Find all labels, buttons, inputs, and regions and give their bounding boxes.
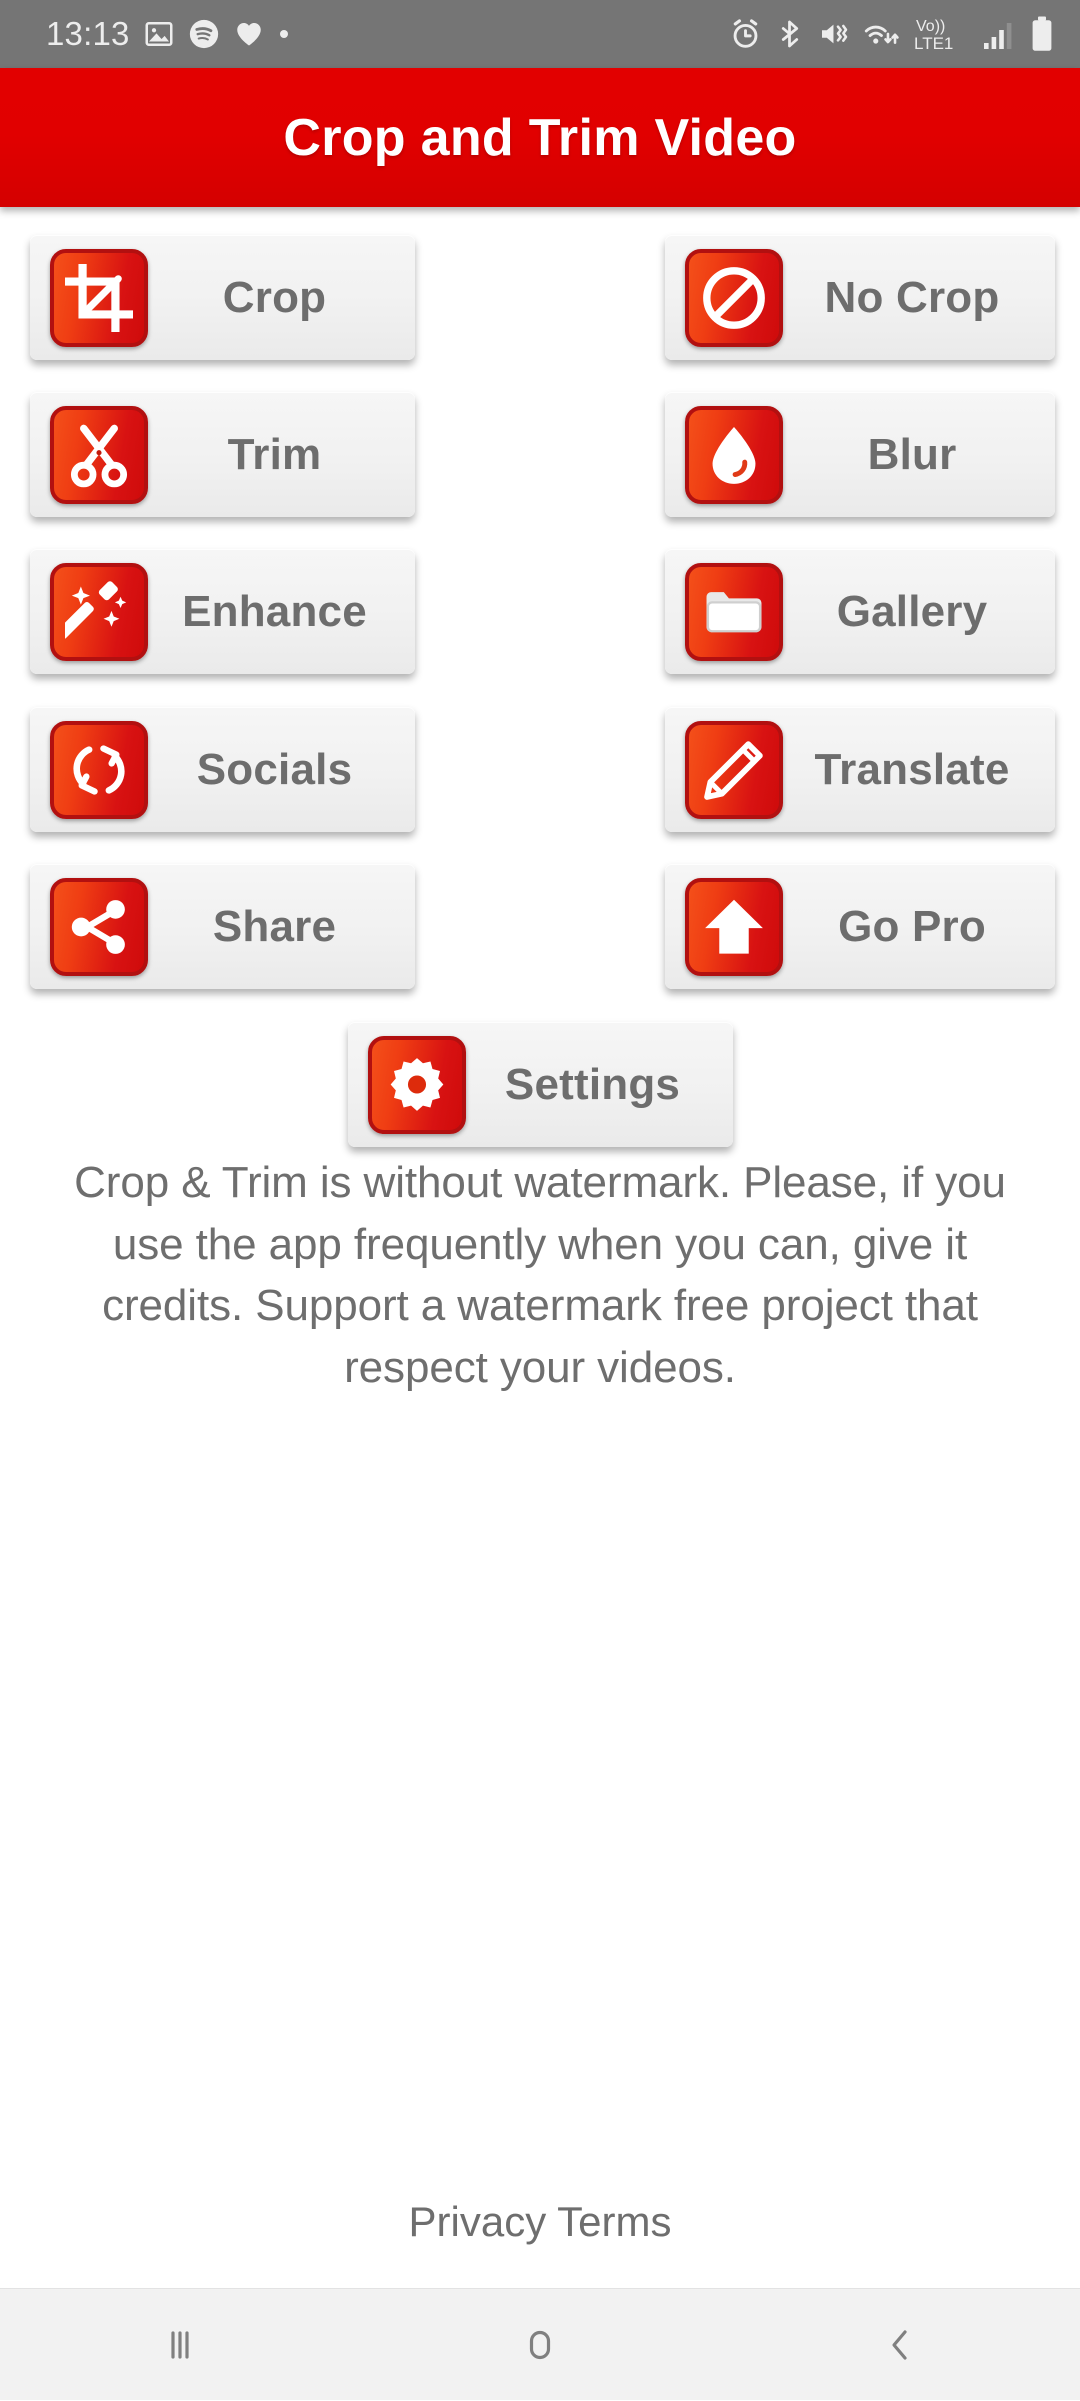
status-bar-left: 13:13 xyxy=(46,15,290,53)
alarm-icon xyxy=(729,18,762,51)
menu-button-label: Socials xyxy=(196,744,353,794)
menu-button-label: No Crop xyxy=(824,272,1000,322)
menu-button-label: Enhance xyxy=(182,586,367,636)
menu-button-trim[interactable]: Trim xyxy=(30,392,415,517)
vibrate-mute-icon xyxy=(818,18,850,50)
status-time: 13:13 xyxy=(46,15,130,52)
status-bar-right: Vo)) LTE1 xyxy=(729,14,1054,54)
water-drop-icon xyxy=(685,405,783,504)
menu-button-blur[interactable]: Blur xyxy=(665,392,1055,517)
menu-grid: Crop Trim Enhance Socials Share No Crop … xyxy=(0,207,1080,1187)
svg-text:Vo)): Vo)) xyxy=(916,18,945,35)
svg-text:LTE1: LTE1 xyxy=(914,34,953,53)
status-bar: 13:13 Vo)) LTE1 xyxy=(0,0,1080,68)
gear-icon xyxy=(368,1035,466,1134)
menu-button-label: Settings xyxy=(504,1059,681,1109)
folder-icon xyxy=(685,562,783,661)
menu-button-translate[interactable]: Translate xyxy=(665,707,1055,832)
menu-button-label: Share xyxy=(212,901,337,951)
watermark-description: Crop & Trim is without watermark. Please… xyxy=(74,1158,1006,1392)
dot-icon xyxy=(278,28,290,40)
menu-button-label: Translate xyxy=(814,744,1010,794)
menu-button-gallery[interactable]: Gallery xyxy=(665,549,1055,674)
system-nav-bar xyxy=(0,2288,1080,2400)
menu-button-share[interactable]: Share xyxy=(30,864,415,989)
volte-lte1-icon: Vo)) LTE1 xyxy=(914,14,970,54)
menu-button-label: Crop xyxy=(222,272,327,322)
menu-button-label: Trim xyxy=(227,429,322,479)
up-arrow-icon xyxy=(685,877,783,976)
battery-icon xyxy=(1030,16,1054,52)
image-icon xyxy=(144,19,174,49)
home-icon[interactable] xyxy=(360,2289,720,2401)
magic-wand-icon xyxy=(50,562,148,661)
menu-button-no-crop[interactable]: No Crop xyxy=(665,235,1055,360)
wifi-icon xyxy=(863,18,901,51)
heart-icon xyxy=(234,19,264,49)
sync-arrows-icon xyxy=(50,720,148,819)
app-bar: Crop and Trim Video xyxy=(0,68,1080,207)
signal-bars-icon xyxy=(983,18,1017,51)
crop-icon xyxy=(50,248,148,347)
scissors-icon xyxy=(50,405,148,504)
page-title: Crop and Trim Video xyxy=(283,108,797,167)
menu-button-label: Blur xyxy=(867,429,957,479)
menu-button-enhance[interactable]: Enhance xyxy=(30,549,415,674)
menu-button-go-pro[interactable]: Go Pro xyxy=(665,864,1055,989)
menu-button-label: Go Pro xyxy=(838,901,986,951)
menu-button-settings[interactable]: Settings xyxy=(348,1022,733,1147)
recent-apps-icon[interactable] xyxy=(0,2289,360,2401)
bluetooth-icon xyxy=(775,19,805,49)
share-nodes-icon xyxy=(50,877,148,976)
menu-button-socials[interactable]: Socials xyxy=(30,707,415,832)
back-icon[interactable] xyxy=(720,2289,1080,2401)
pencil-icon xyxy=(685,720,783,819)
privacy-terms-link[interactable]: Privacy Terms xyxy=(0,2198,1080,2246)
menu-button-crop[interactable]: Crop xyxy=(30,235,415,360)
prohibition-icon xyxy=(685,248,783,347)
menu-button-label: Gallery xyxy=(836,586,988,636)
spotify-icon xyxy=(188,18,220,50)
